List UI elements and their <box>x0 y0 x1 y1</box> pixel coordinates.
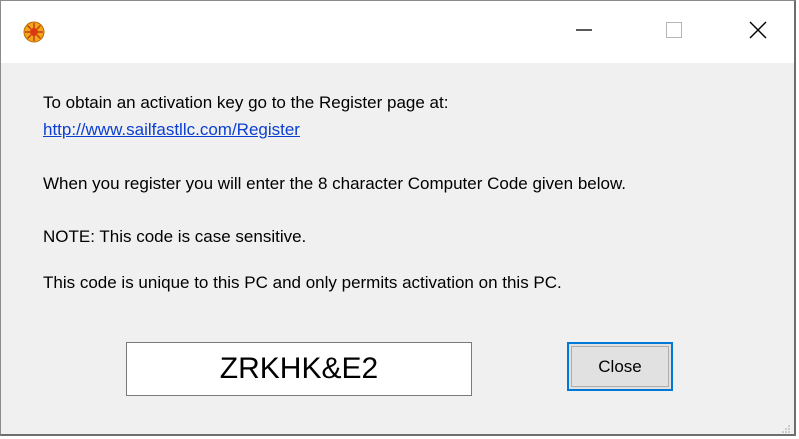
instruction-text: To obtain an activation key go to the Re… <box>43 93 449 112</box>
minimize-button[interactable] <box>539 1 629 63</box>
register-link[interactable]: http://www.sailfastllc.com/Register <box>43 120 300 140</box>
maximize-button[interactable] <box>629 1 719 63</box>
computer-code-field[interactable]: ZRKHK&E2 <box>126 342 472 396</box>
close-button[interactable]: Close <box>567 342 673 391</box>
focus-rect <box>571 346 669 387</box>
case-sensitive-note: NOTE: This code is case sensitive. <box>43 227 307 246</box>
resize-grip-icon[interactable] <box>781 421 791 433</box>
register-info-text: When you register you will enter the 8 c… <box>43 174 627 193</box>
unique-code-text: This code is unique to this PC and only … <box>43 273 562 292</box>
minimize-icon <box>574 20 594 45</box>
activation-dialog: To obtain an activation key go to the Re… <box>0 0 796 436</box>
close-icon <box>747 19 769 46</box>
title-bar[interactable] <box>1 1 794 63</box>
sun-icon <box>23 21 45 43</box>
dialog-body: To obtain an activation key go to the Re… <box>1 63 794 434</box>
maximize-icon <box>664 20 684 45</box>
title-close-button[interactable] <box>719 1 794 63</box>
